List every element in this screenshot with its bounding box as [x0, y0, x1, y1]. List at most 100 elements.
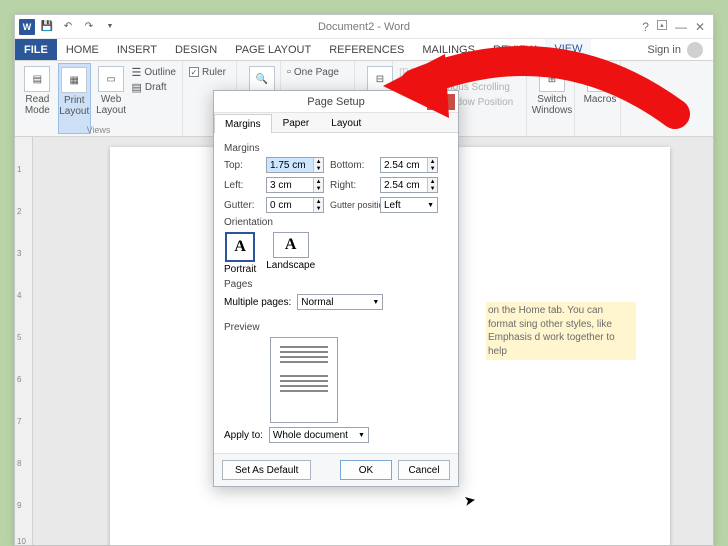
web-layout-label: Web Layout: [95, 94, 128, 116]
view-side-by-side: ◫View Side by Side: [399, 65, 520, 79]
dialog-tab-paper[interactable]: Paper: [272, 113, 321, 132]
up-icon[interactable]: ▲: [428, 178, 437, 185]
landscape-icon: A: [273, 232, 309, 258]
up-icon[interactable]: ▲: [314, 198, 323, 205]
left-label: Left:: [224, 180, 260, 191]
right-spinner[interactable]: ▲▼: [380, 177, 438, 193]
print-layout-label: Print Layout: [59, 95, 90, 117]
dialog-tab-layout[interactable]: Layout: [320, 113, 372, 132]
one-page-button[interactable]: ▫One Page: [287, 65, 348, 79]
titlebar: W 💾 ↶ ↷ ▼ Document2 - Word ? ▴ — ✕: [15, 15, 713, 39]
zoom-icon: 🔍: [249, 66, 275, 92]
dialog-tab-margins[interactable]: Margins: [214, 114, 272, 133]
one-page-label: One Page: [294, 67, 339, 78]
switch-windows-button[interactable]: ⊞Switch Windows: [533, 63, 571, 116]
up-icon[interactable]: ▲: [428, 158, 437, 165]
vertical-ruler: 1 2 3 4 5 6 7 8 9 10: [15, 137, 33, 545]
ok-button[interactable]: OK: [340, 460, 392, 480]
chevron-down-icon: ▼: [427, 202, 434, 209]
up-icon[interactable]: ▲: [314, 178, 323, 185]
portrait-label: Portrait: [224, 264, 256, 275]
side-label: View Side by Side: [411, 67, 491, 78]
multiple-pages-value: Normal: [301, 297, 333, 308]
close-icon[interactable]: ✕: [695, 20, 705, 34]
tab-references[interactable]: REFERENCES: [320, 39, 413, 60]
cancel-button[interactable]: Cancel: [398, 460, 450, 480]
dialog-close-button[interactable]: ✕: [427, 94, 455, 110]
down-icon[interactable]: ▼: [314, 185, 323, 192]
save-icon[interactable]: 💾: [38, 18, 56, 36]
read-mode-button[interactable]: ▤Read Mode: [21, 63, 54, 134]
down-icon[interactable]: ▼: [428, 185, 437, 192]
landscape-label: Landscape: [266, 260, 315, 271]
switch-windows-icon: ⊞: [539, 66, 565, 92]
outline-button[interactable]: ☰Outline: [131, 65, 176, 79]
down-icon[interactable]: ▼: [314, 165, 323, 172]
tab-design[interactable]: DESIGN: [166, 39, 226, 60]
section-preview: Preview: [224, 322, 448, 333]
gutter-spinner[interactable]: ▲▼: [266, 197, 324, 213]
tab-review[interactable]: REVIEW: [484, 39, 545, 60]
up-icon[interactable]: ▲: [314, 158, 323, 165]
gutter-input[interactable]: [267, 198, 313, 212]
chevron-down-icon: ▼: [372, 299, 379, 306]
bottom-input[interactable]: [381, 158, 427, 172]
page-setup-dialog: Page Setup ✕ Margins Paper Layout Margin…: [213, 90, 459, 487]
left-input[interactable]: [267, 178, 313, 192]
apply-to-value: Whole document: [273, 430, 348, 441]
down-icon[interactable]: ▼: [428, 165, 437, 172]
split-icon: ⊟: [367, 66, 393, 92]
avatar-icon: [687, 42, 703, 58]
tab-home[interactable]: HOME: [57, 39, 108, 60]
redo-icon[interactable]: ↷: [80, 18, 98, 36]
section-pages: Pages: [224, 279, 448, 290]
zoom-button[interactable]: 🔍: [243, 63, 281, 92]
tab-insert[interactable]: INSERT: [108, 39, 166, 60]
ruler-checkbox[interactable]: ✓Ruler: [189, 65, 230, 79]
macros-button[interactable]: ▶Macros: [581, 63, 619, 105]
section-margins: Margins: [224, 143, 448, 154]
gutter-pos-select[interactable]: Left ▼: [380, 197, 438, 213]
down-icon[interactable]: ▼: [314, 205, 323, 212]
read-mode-icon: ▤: [24, 66, 50, 92]
bottom-spinner[interactable]: ▲▼: [380, 157, 438, 173]
sign-in-label: Sign in: [647, 44, 681, 56]
outline-label: Outline: [144, 67, 176, 78]
multiple-pages-select[interactable]: Normal ▼: [297, 294, 383, 310]
print-layout-button[interactable]: ▦Print Layout: [58, 63, 91, 134]
page-sample-text: on the Home tab. You can format sing oth…: [486, 302, 636, 360]
help-icon[interactable]: ?: [642, 20, 649, 34]
sign-in[interactable]: Sign in: [637, 39, 713, 60]
apply-to-select[interactable]: Whole document ▼: [269, 427, 369, 443]
tab-file[interactable]: FILE: [15, 39, 57, 60]
chevron-down-icon: ▼: [358, 432, 365, 439]
draft-button[interactable]: ▤Draft: [131, 80, 176, 94]
top-spinner[interactable]: ▲▼: [266, 157, 324, 173]
left-spinner[interactable]: ▲▼: [266, 177, 324, 193]
multiple-pages-label: Multiple pages:: [224, 297, 291, 308]
read-mode-label: Read Mode: [21, 94, 54, 116]
set-default-button[interactable]: Set As Default: [222, 460, 311, 480]
web-layout-button[interactable]: ▭Web Layout: [95, 63, 128, 134]
tab-view[interactable]: VIEW: [545, 39, 591, 60]
gutter-label: Gutter:: [224, 200, 260, 211]
qat-dropdown-icon[interactable]: ▼: [101, 18, 119, 36]
tab-mailings[interactable]: MAILINGS: [413, 39, 484, 60]
macros-icon: ▶: [587, 66, 613, 92]
ribbon-toggle-icon[interactable]: ▴: [657, 20, 667, 30]
top-input[interactable]: [267, 158, 313, 172]
ruler-label: Ruler: [202, 67, 226, 78]
portrait-icon: A: [225, 232, 255, 262]
minimize-icon[interactable]: —: [675, 20, 687, 34]
portrait-button[interactable]: A Portrait: [224, 232, 256, 275]
switch-label: Switch Windows: [532, 94, 573, 116]
undo-icon[interactable]: ↶: [59, 18, 77, 36]
gutter-pos-value: Left: [384, 200, 401, 211]
landscape-button[interactable]: A Landscape: [266, 232, 315, 275]
ribbon-tabs: FILE HOME INSERT DESIGN PAGE LAYOUT REFE…: [15, 39, 713, 61]
web-layout-icon: ▭: [98, 66, 124, 92]
top-label: Top:: [224, 160, 260, 171]
right-input[interactable]: [381, 178, 427, 192]
tab-page-layout[interactable]: PAGE LAYOUT: [226, 39, 320, 60]
word-icon: W: [19, 19, 35, 35]
